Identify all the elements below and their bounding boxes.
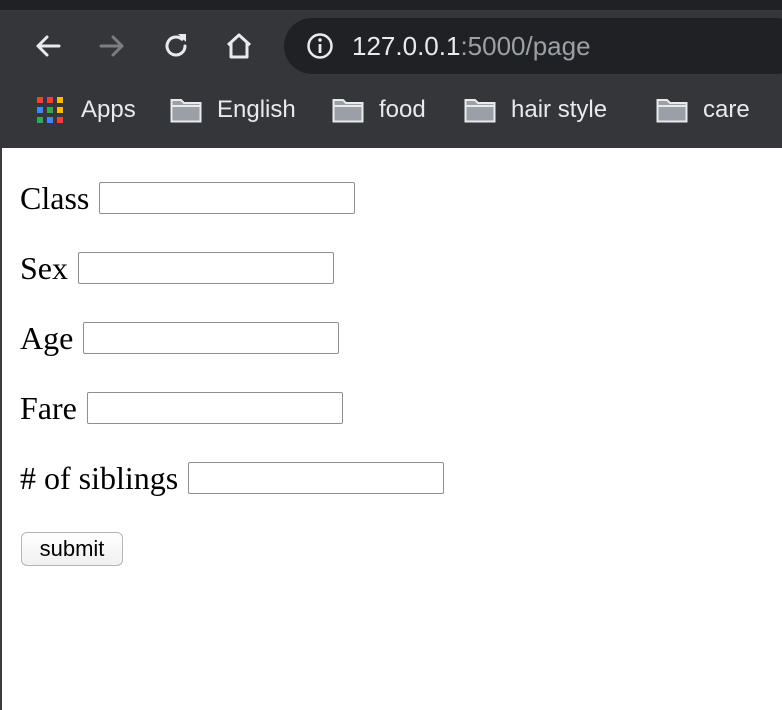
bookmark-label: care	[703, 96, 750, 123]
info-icon[interactable]	[306, 32, 334, 60]
home-button[interactable]	[221, 28, 257, 64]
fare-input[interactable]	[86, 392, 343, 424]
siblings-label: # of siblings	[20, 459, 179, 496]
url-path: :5000/page	[460, 31, 591, 61]
forward-button[interactable]	[94, 28, 130, 64]
url-host: 127.0.0.1	[352, 31, 461, 61]
class-label: Class	[20, 179, 90, 216]
bookmark-apps[interactable]: Apps	[34, 82, 136, 138]
reload-icon	[165, 34, 187, 57]
back-button[interactable]	[30, 28, 66, 64]
bookmark-care[interactable]: care	[656, 82, 750, 138]
bookmark-label: English	[217, 96, 296, 123]
age-input[interactable]	[83, 322, 340, 354]
age-label: Age	[20, 319, 74, 356]
field-siblings: # of siblings	[20, 459, 445, 496]
field-sex: Sex	[20, 250, 334, 286]
tab-strip	[0, 0, 782, 10]
folder-icon	[656, 96, 688, 124]
bookmarks-bar: Apps English food hair style care	[0, 82, 782, 200]
field-class: Class	[20, 179, 356, 216]
browser-toolbar: 127.0.0.1:5000/page	[0, 10, 782, 82]
bookmark-label: food	[379, 96, 426, 123]
field-age: Age	[20, 319, 340, 356]
arrow-left-icon	[36, 35, 61, 57]
bookmark-hair-style[interactable]: hair style	[464, 82, 607, 138]
field-fare: Fare	[20, 390, 343, 426]
bookmark-food[interactable]: food	[332, 82, 426, 138]
folder-icon	[464, 96, 496, 124]
url-text[interactable]: 127.0.0.1:5000/page	[352, 30, 591, 62]
folder-icon	[332, 96, 364, 124]
folder-icon	[170, 96, 202, 124]
bookmark-label: Apps	[81, 96, 136, 123]
window-edge	[0, 148, 2, 710]
address-bar[interactable]: 127.0.0.1:5000/page	[284, 18, 782, 74]
submit-button[interactable]: submit	[21, 532, 123, 566]
bookmark-english[interactable]: English	[170, 82, 296, 138]
apps-grid-icon	[34, 96, 66, 124]
bookmark-label: hair style	[511, 96, 608, 123]
sex-label: Sex	[20, 249, 68, 286]
sex-input[interactable]	[78, 252, 334, 284]
class-input[interactable]	[99, 182, 356, 214]
page-content: Class Sex Age Fare # of siblings submit	[0, 148, 782, 710]
arrow-right-icon	[99, 35, 124, 57]
home-icon	[226, 33, 252, 59]
fare-label: Fare	[20, 389, 77, 426]
browser-window: 127.0.0.1:5000/page Apps English food ha…	[0, 0, 782, 710]
reload-button[interactable]	[158, 28, 194, 64]
siblings-input[interactable]	[188, 462, 445, 494]
